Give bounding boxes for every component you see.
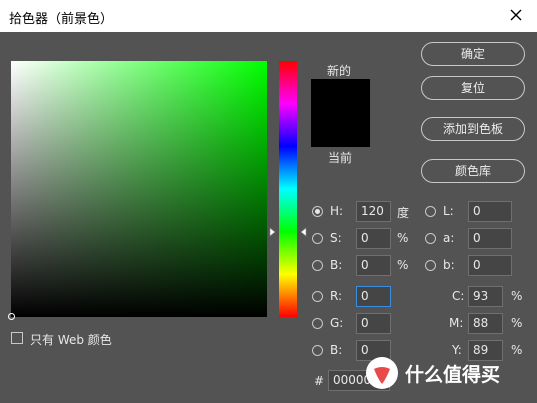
watermark: 什么值得买: [365, 355, 500, 391]
saturation-label: S:: [330, 231, 342, 245]
yellow-unit: %: [511, 343, 523, 357]
radio-lab-a[interactable]: [425, 233, 436, 244]
hue-label: H:: [330, 204, 344, 218]
add-to-swatches-button[interactable]: 添加到色板: [421, 117, 525, 141]
magenta-unit: %: [511, 316, 523, 330]
new-swatch-label: 新的: [327, 64, 352, 78]
lab-b-input[interactable]: 0: [468, 255, 512, 276]
lab-a-label: a:: [443, 231, 455, 245]
title-bar: 拾色器（前景色）: [0, 0, 537, 32]
color-field[interactable]: [11, 61, 267, 317]
current-swatch-label: 当前: [328, 151, 353, 165]
new-color-swatch: [311, 79, 370, 113]
brightness-label: B:: [330, 258, 343, 272]
color-field-cursor[interactable]: [8, 313, 15, 320]
saturation-input[interactable]: 0: [356, 228, 391, 249]
lab-l-input[interactable]: 0: [468, 201, 512, 222]
lab-l-label: L:: [443, 204, 454, 218]
reset-button[interactable]: 复位: [421, 76, 525, 100]
hue-input[interactable]: 120: [356, 201, 391, 222]
radio-green[interactable]: [312, 318, 323, 329]
current-color-swatch[interactable]: [311, 113, 370, 147]
red-input[interactable]: 0: [356, 286, 391, 307]
cyan-input[interactable]: 93: [468, 286, 503, 307]
brightness-unit: %: [397, 258, 409, 272]
cyan-unit: %: [511, 289, 523, 303]
lab-b-label: b:: [443, 258, 455, 272]
hex-label: #: [314, 374, 325, 388]
cyan-label: C:: [452, 289, 465, 303]
radio-brightness[interactable]: [312, 260, 323, 271]
magenta-input[interactable]: 88: [468, 313, 503, 334]
radio-blue[interactable]: [312, 345, 323, 356]
green-label: G:: [330, 316, 344, 330]
saturation-unit: %: [397, 231, 409, 245]
hue-slider-right-arrow-icon[interactable]: [299, 227, 307, 237]
hue-unit: 度: [397, 206, 410, 220]
hue-slider[interactable]: [279, 61, 297, 317]
radio-saturation[interactable]: [312, 233, 323, 244]
color-libraries-button[interactable]: 颜色库: [421, 159, 525, 183]
window-title: 拾色器（前景色）: [9, 12, 114, 27]
web-only-label: 只有 Web 颜色: [30, 333, 112, 347]
web-only-checkbox[interactable]: [11, 332, 23, 344]
radio-lab-l[interactable]: [425, 206, 436, 217]
watermark-logo-icon: [366, 357, 398, 389]
green-input[interactable]: 0: [356, 313, 391, 334]
lab-a-input[interactable]: 0: [468, 228, 512, 249]
close-icon[interactable]: [505, 4, 527, 26]
brightness-input[interactable]: 0: [356, 255, 391, 276]
ok-button[interactable]: 确定: [421, 42, 525, 66]
watermark-text: 什么值得买: [405, 363, 501, 386]
radio-hue[interactable]: [312, 206, 323, 217]
magenta-label: M:: [449, 316, 464, 330]
red-label: R:: [330, 289, 343, 303]
radio-lab-b[interactable]: [425, 260, 436, 271]
radio-red[interactable]: [312, 291, 323, 302]
blue-label: B:: [330, 343, 343, 357]
hue-slider-left-arrow-icon[interactable]: [269, 227, 277, 237]
